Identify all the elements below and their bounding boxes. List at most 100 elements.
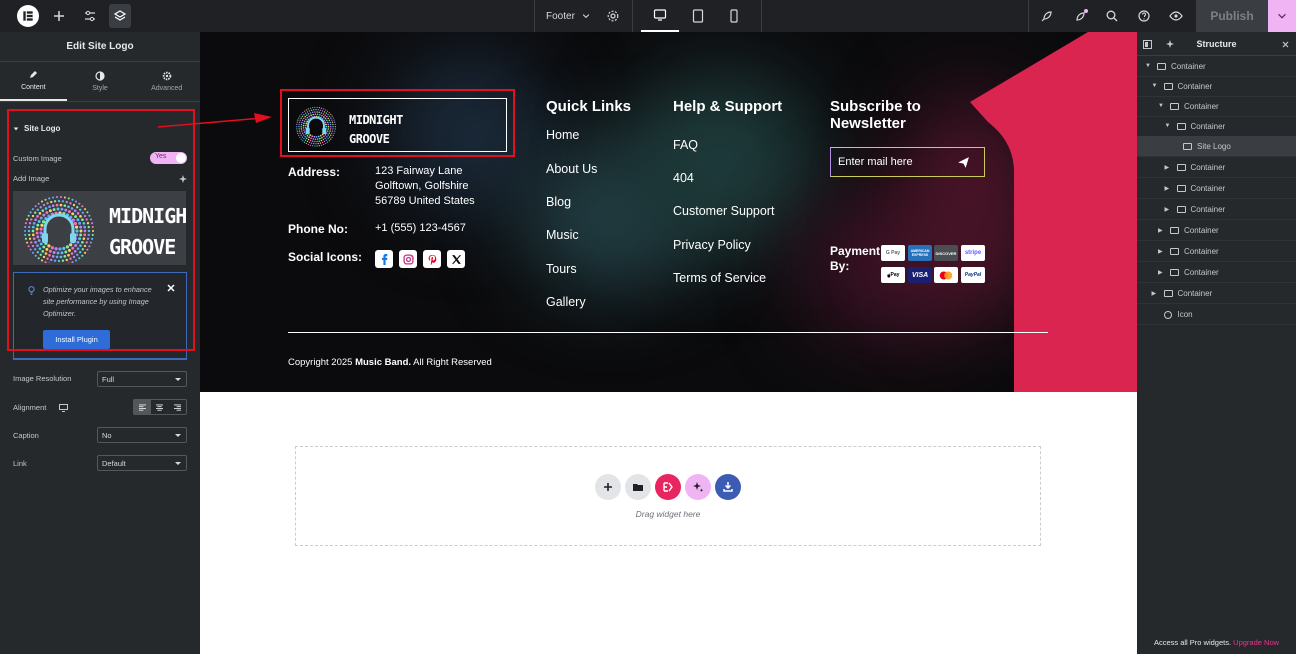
- footer-link[interactable]: Privacy Policy: [673, 238, 751, 252]
- page-settings-button[interactable]: [603, 4, 623, 28]
- structure-node[interactable]: ▼ Container: [1137, 96, 1296, 117]
- footer-link[interactable]: Terms of Service: [673, 271, 766, 285]
- send-icon[interactable]: [957, 156, 970, 169]
- facebook-link[interactable]: [375, 250, 393, 268]
- rocket-icon: [1041, 11, 1052, 22]
- structure-node[interactable]: ▶ Container: [1137, 241, 1296, 262]
- close-icon[interactable]: [1282, 41, 1289, 48]
- structure-node[interactable]: ▼ Container: [1137, 56, 1296, 77]
- caret-down-icon[interactable]: ▼: [1152, 83, 1158, 89]
- caret-right-icon[interactable]: ▶: [1152, 290, 1157, 297]
- caret-down-icon[interactable]: ▼: [1165, 123, 1171, 129]
- device-mobile-button[interactable]: [724, 4, 744, 28]
- align-center-button[interactable]: [151, 400, 168, 414]
- structure-node[interactable]: ▶ Container: [1137, 157, 1296, 178]
- structure-node[interactable]: Site Logo: [1137, 136, 1296, 157]
- divider: [632, 0, 633, 32]
- paypal-badge: PayPal: [961, 267, 985, 283]
- publish-options-button[interactable]: [1268, 0, 1296, 32]
- address-line: Golftown, Golfshire: [375, 180, 469, 192]
- device-tablet-button[interactable]: [688, 4, 708, 28]
- footer-link[interactable]: Gallery: [546, 295, 586, 309]
- footer-link[interactable]: Blog: [546, 195, 571, 209]
- caret-right-icon[interactable]: ▶: [1158, 227, 1163, 234]
- pro-upsell-text: Access all Pro widgets.: [1153, 638, 1232, 647]
- footer-link[interactable]: Music: [546, 228, 579, 242]
- caret-right-icon[interactable]: ▶: [1165, 206, 1170, 213]
- footer-link[interactable]: Customer Support: [673, 204, 774, 218]
- caret-right-icon[interactable]: ▶: [1158, 269, 1163, 276]
- structure-node-label: Container: [1184, 101, 1219, 111]
- alignment-control: [133, 399, 187, 415]
- notifications-button[interactable]: [1071, 4, 1091, 28]
- top-bar: Footer Publish: [0, 0, 1296, 32]
- tab-advanced[interactable]: Advanced: [133, 62, 200, 101]
- mobile-icon: [730, 9, 738, 23]
- align-right-button[interactable]: [169, 400, 186, 414]
- payment-label-line: Payment: [830, 244, 881, 258]
- pencil-icon: [30, 71, 38, 78]
- template-dropdown[interactable]: Footer: [546, 4, 592, 28]
- image-resolution-select[interactable]: Full: [97, 371, 187, 387]
- pinterest-link[interactable]: [423, 250, 441, 268]
- search-button[interactable]: [1102, 4, 1122, 28]
- device-desktop-button[interactable]: [641, 0, 679, 32]
- tab-style[interactable]: Style: [67, 62, 134, 101]
- widget-drop-zone[interactable]: Drag widget here: [295, 446, 1041, 546]
- help-button[interactable]: [1134, 4, 1154, 28]
- footer-section[interactable]: MIDNIGHT GROOVE Address: 123 Fairway Lan…: [200, 32, 1137, 392]
- structure-node[interactable]: ▶ Container: [1137, 178, 1296, 199]
- container-icon: [1170, 103, 1179, 110]
- add-template-button[interactable]: [625, 474, 651, 500]
- gpay-badge: G Pay: [881, 245, 905, 261]
- structure-toggle-button[interactable]: [109, 4, 131, 28]
- structure-node[interactable]: ▶ Container: [1137, 262, 1296, 283]
- ai-generate-button[interactable]: [685, 474, 711, 500]
- caption-select[interactable]: No: [97, 427, 187, 443]
- footer-link[interactable]: 404: [673, 171, 694, 185]
- structure-node-label: Container: [1190, 162, 1226, 172]
- footer-link[interactable]: Tours: [546, 262, 577, 276]
- phone-value[interactable]: +1 (555) 123-4567: [375, 221, 466, 236]
- structure-node[interactable]: ▶ Container: [1137, 199, 1296, 220]
- footer-link[interactable]: About Us: [546, 162, 597, 176]
- import-button[interactable]: [715, 474, 741, 500]
- structure-node[interactable]: ▼ Container: [1137, 76, 1296, 97]
- x-twitter-link[interactable]: [447, 250, 465, 268]
- footer-link[interactable]: Home: [546, 128, 579, 142]
- site-settings-button[interactable]: [80, 4, 100, 28]
- link-select[interactable]: Default: [97, 455, 187, 471]
- elementor-logo-button[interactable]: [16, 4, 40, 28]
- align-left-button[interactable]: [134, 400, 152, 414]
- instagram-link[interactable]: [399, 250, 417, 268]
- structure-node[interactable]: ▶ Container: [1137, 283, 1296, 304]
- caret-right-icon[interactable]: ▶: [1158, 248, 1163, 255]
- preview-button[interactable]: [1166, 4, 1186, 28]
- upgrade-now-link[interactable]: Upgrade Now: [1233, 638, 1279, 647]
- elementskit-library-button[interactable]: [655, 474, 681, 500]
- caret-right-icon[interactable]: ▶: [1165, 185, 1170, 192]
- structure-node-label: Container: [1184, 225, 1219, 235]
- divider: [761, 0, 762, 32]
- add-section-button[interactable]: [595, 474, 621, 500]
- link-label: Link: [13, 459, 27, 468]
- structure-node[interactable]: ▶ Container: [1137, 220, 1296, 241]
- caret-down-icon[interactable]: ▼: [1145, 63, 1151, 69]
- caret-right-icon[interactable]: ▶: [1165, 164, 1170, 171]
- copyright-brand: Music Band.: [355, 357, 412, 368]
- tab-content[interactable]: Content: [0, 62, 67, 101]
- container-icon: [1176, 123, 1186, 130]
- visa-badge: VISA: [908, 267, 932, 283]
- structure-node[interactable]: Icon: [1137, 304, 1296, 325]
- desktop-icon[interactable]: [59, 404, 68, 412]
- ai-assistant-button[interactable]: [1037, 4, 1057, 28]
- instagram-icon: [402, 253, 414, 265]
- publish-button[interactable]: Publish: [1196, 0, 1268, 32]
- newsletter-email-input[interactable]: Enter mail here: [830, 147, 985, 177]
- payment-label: Payment By:: [830, 244, 880, 274]
- structure-node-label: Container: [1177, 288, 1213, 298]
- add-element-button[interactable]: [50, 4, 68, 28]
- caret-down-icon[interactable]: ▼: [1158, 103, 1164, 109]
- footer-link[interactable]: FAQ: [673, 138, 698, 152]
- structure-node[interactable]: ▼ Container: [1137, 116, 1296, 137]
